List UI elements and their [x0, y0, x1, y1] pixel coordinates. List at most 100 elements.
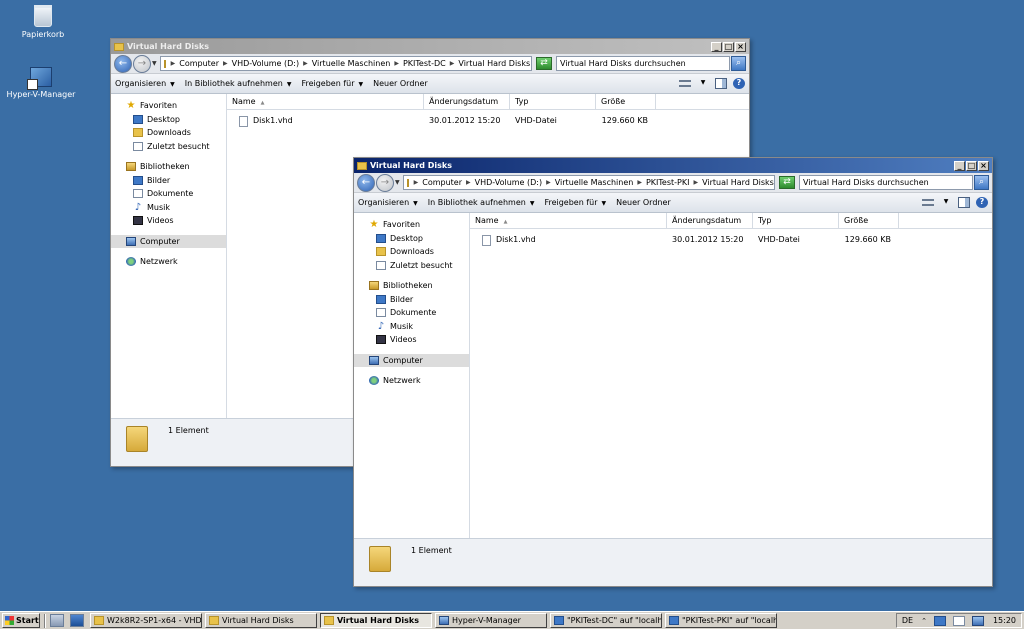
chevron-down-icon[interactable]: ▼	[940, 197, 952, 208]
maximize-button[interactable]: □	[966, 160, 977, 171]
preview-pane-icon[interactable]	[958, 197, 970, 208]
nav-pictures[interactable]: Bilder	[354, 293, 469, 307]
breadcrumb-item[interactable]: Virtuelle Maschinen	[312, 59, 391, 68]
minimize-button[interactable]: _	[954, 160, 965, 171]
new-folder-button[interactable]: Neuer Ordner	[373, 79, 428, 88]
chevron-right-icon[interactable]: ▶	[693, 179, 698, 186]
chevron-right-icon[interactable]: ▶	[466, 179, 471, 186]
breadcrumb-item[interactable]: Virtual Hard Disks	[458, 59, 530, 68]
nav-libraries[interactable]: Bibliotheken	[111, 160, 226, 174]
column-header-name[interactable]: Name ▲	[470, 213, 667, 228]
volume-tray-icon[interactable]	[952, 615, 965, 626]
views-icon[interactable]	[679, 80, 691, 87]
clock[interactable]: 15:20	[993, 616, 1016, 625]
nav-music[interactable]: ♪ Musik	[111, 201, 226, 215]
nav-documents[interactable]: Dokumente	[354, 306, 469, 320]
nav-desktop[interactable]: Desktop	[354, 232, 469, 246]
explorer-window-front[interactable]: Virtual Hard Disks _ □ × ← → ▼ ▶ Compute…	[353, 157, 993, 587]
new-folder-button[interactable]: Neuer Ordner	[616, 198, 671, 207]
include-in-library-button[interactable]: In Bibliothek aufnehmen ▼	[428, 198, 535, 207]
chevron-right-icon[interactable]: ▶	[546, 179, 551, 186]
navigation-pane[interactable]: ★ Favoriten Desktop Downloads Zuletzt bes…	[354, 213, 470, 538]
refresh-button[interactable]: ⇄	[779, 176, 795, 189]
nav-computer[interactable]: Computer	[354, 353, 469, 367]
views-icon[interactable]	[922, 199, 934, 206]
taskbar-button[interactable]: W2k8R2-SP1-x64 - VHD-...	[90, 613, 202, 628]
taskbar-button[interactable]: Hyper-V-Manager	[435, 613, 547, 628]
maximize-button[interactable]: □	[723, 41, 734, 52]
breadcrumb-item[interactable]: PKITest-DC	[403, 59, 446, 68]
nav-recent[interactable]: Zuletzt besucht	[354, 259, 469, 273]
close-button[interactable]: ×	[735, 41, 746, 52]
nav-documents[interactable]: Dokumente	[111, 187, 226, 201]
close-button[interactable]: ×	[978, 160, 989, 171]
breadcrumb-item[interactable]: Computer	[422, 178, 462, 187]
nav-recent[interactable]: Zuletzt besucht	[111, 140, 226, 154]
back-button[interactable]: ←	[357, 173, 375, 192]
search-input[interactable]: Virtual Hard Disks durchsuchen	[799, 175, 973, 190]
column-header-type[interactable]: Typ	[753, 213, 839, 228]
organize-button[interactable]: Organisieren ▼	[115, 79, 175, 88]
nav-favorites[interactable]: ★ Favoriten	[111, 99, 226, 113]
history-dropdown-icon[interactable]: ▼	[152, 60, 157, 67]
breadcrumb-item[interactable]: Computer	[179, 59, 219, 68]
search-input[interactable]: Virtual Hard Disks durchsuchen	[556, 56, 730, 71]
address-bar[interactable]: ▶ Computer ▶ VHD-Volume (D:) ▶ Virtuelle…	[402, 175, 775, 190]
taskbar-button[interactable]: Virtual Hard Disks	[205, 613, 317, 628]
taskbar-button[interactable]: "PKITest-PKI" auf "localho...	[665, 613, 777, 628]
chevron-right-icon[interactable]: ▶	[223, 60, 228, 67]
chevron-right-icon[interactable]: ▶	[414, 179, 419, 186]
file-row[interactable]: Disk1.vhd 30.01.2012 15:20 VHD-Datei 129…	[227, 113, 749, 129]
nav-libraries[interactable]: Bibliotheken	[354, 279, 469, 293]
chevron-right-icon[interactable]: ▶	[450, 60, 455, 67]
nav-videos[interactable]: Videos	[354, 333, 469, 347]
include-in-library-button[interactable]: In Bibliothek aufnehmen ▼	[185, 79, 292, 88]
nav-videos[interactable]: Videos	[111, 214, 226, 228]
organize-button[interactable]: Organisieren ▼	[358, 198, 418, 207]
nav-desktop[interactable]: Desktop	[111, 113, 226, 127]
nav-pictures[interactable]: Bilder	[111, 174, 226, 188]
forward-button[interactable]: →	[376, 173, 394, 192]
file-row[interactable]: Disk1.vhd 30.01.2012 15:20 VHD-Datei 129…	[470, 232, 992, 248]
search-icon[interactable]: ⌕	[731, 56, 746, 71]
back-button[interactable]: ←	[114, 54, 132, 73]
chevron-right-icon[interactable]: ▶	[303, 60, 308, 67]
title-bar[interactable]: Virtual Hard Disks _ □ ×	[111, 39, 749, 54]
file-list[interactable]: Name ▲ Änderungsdatum Typ Größe Disk1.vhd…	[470, 213, 992, 538]
breadcrumb-item[interactable]: Virtual Hard Disks	[702, 178, 774, 187]
chevron-right-icon[interactable]: ▶	[637, 179, 642, 186]
breadcrumb-item[interactable]: Virtuelle Maschinen	[555, 178, 634, 187]
chevron-right-icon[interactable]: ▶	[171, 60, 176, 67]
breadcrumb-item[interactable]: VHD-Volume (D:)	[475, 178, 542, 187]
nav-network[interactable]: Netzwerk	[111, 255, 226, 269]
nav-downloads[interactable]: Downloads	[354, 245, 469, 259]
column-header-date[interactable]: Änderungsdatum	[667, 213, 753, 228]
breadcrumb-item[interactable]: PKITest-PKI	[646, 178, 690, 187]
language-indicator[interactable]: DE	[902, 616, 913, 625]
address-bar[interactable]: ▶ Computer ▶ VHD-Volume (D:) ▶ Virtuelle…	[159, 56, 532, 71]
nav-favorites[interactable]: ★ Favoriten	[354, 218, 469, 232]
network-tray-icon[interactable]	[933, 615, 946, 626]
share-with-button[interactable]: Freigeben für ▼	[544, 198, 606, 207]
taskbar-button[interactable]: "PKITest-DC" auf "localh...	[550, 613, 662, 628]
history-dropdown-icon[interactable]: ▼	[395, 179, 400, 186]
preview-pane-icon[interactable]	[715, 78, 727, 89]
navigation-pane[interactable]: ★ Favoriten Desktop Downloads Zuletzt bes…	[111, 94, 227, 418]
desktop-icon-hyper-v-manager[interactable]: Hyper-V-Manager	[6, 67, 76, 99]
desktop-icon-recycle-bin[interactable]: Papierkorb	[8, 5, 78, 39]
nav-downloads[interactable]: Downloads	[111, 126, 226, 140]
chevron-up-icon[interactable]: ⌃	[921, 617, 927, 625]
action-center-icon[interactable]	[971, 615, 984, 626]
column-header-date[interactable]: Änderungsdatum	[424, 94, 510, 109]
chevron-right-icon[interactable]: ▶	[394, 60, 399, 67]
breadcrumb-item[interactable]: VHD-Volume (D:)	[232, 59, 299, 68]
title-bar[interactable]: Virtual Hard Disks _ □ ×	[354, 158, 992, 173]
start-button[interactable]: Start	[2, 613, 40, 628]
forward-button[interactable]: →	[133, 54, 151, 73]
nav-music[interactable]: ♪ Musik	[354, 320, 469, 334]
server-manager-icon[interactable]	[50, 614, 64, 627]
column-header-size[interactable]: Größe	[839, 213, 899, 228]
column-header-type[interactable]: Typ	[510, 94, 596, 109]
column-header-name[interactable]: Name ▲	[227, 94, 424, 109]
powershell-icon[interactable]	[70, 614, 84, 627]
